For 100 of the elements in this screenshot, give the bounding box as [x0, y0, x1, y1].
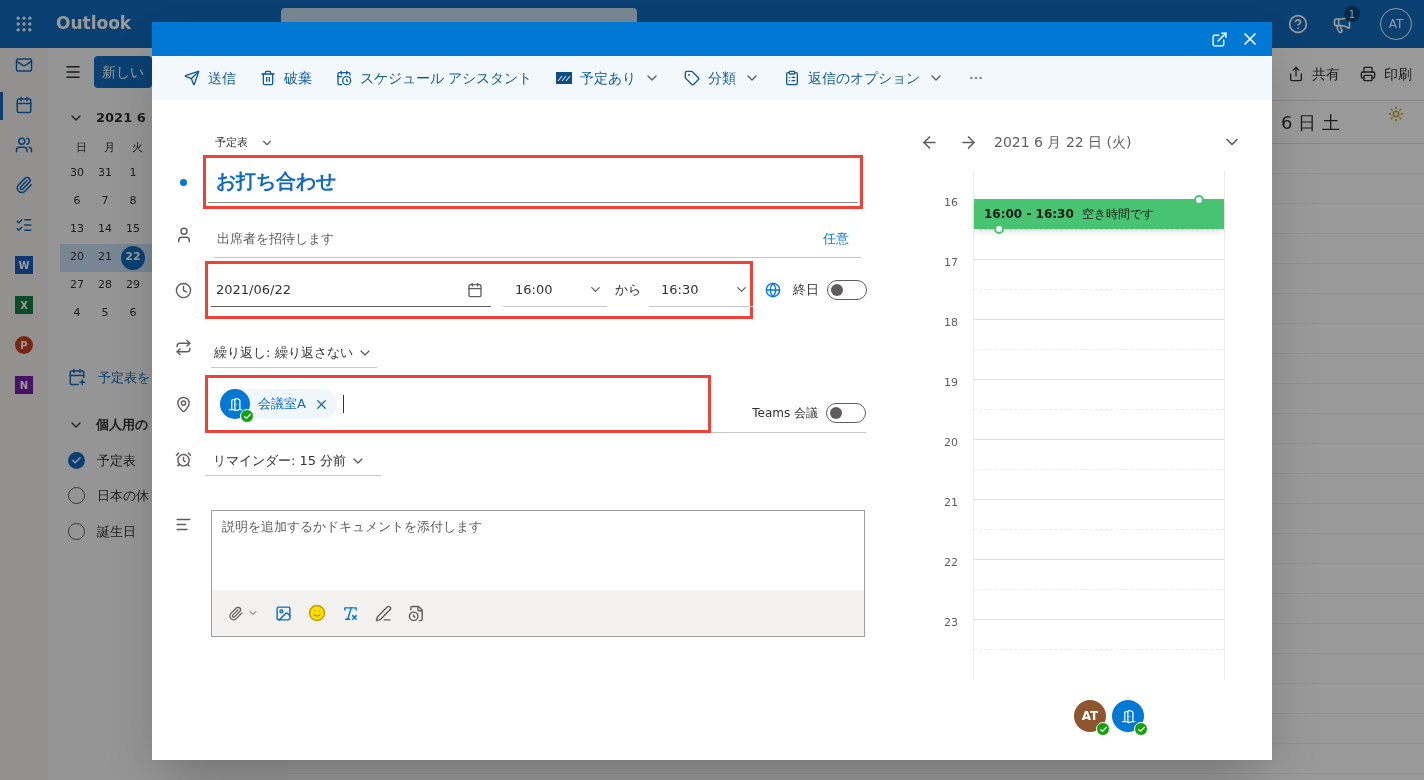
calendar-day[interactable]: 27	[65, 273, 89, 298]
toolbar-button[interactable]: 印刷	[1360, 63, 1412, 85]
hour-label: 20	[944, 436, 958, 449]
people-icon[interactable]	[15, 136, 33, 154]
selected-indicator	[0, 92, 3, 120]
calendar-day[interactable]: 22	[121, 245, 145, 270]
separator-text: から	[615, 281, 641, 300]
calendar-day[interactable]: 6	[65, 189, 89, 214]
text-cursor	[342, 395, 344, 413]
calendar-name: 予定表	[97, 451, 136, 470]
hour-label: 21	[944, 496, 958, 509]
calendar-day[interactable]: 8	[121, 189, 145, 214]
word-app-icon[interactable]: W	[15, 256, 33, 274]
toggle-switch[interactable]	[827, 280, 867, 300]
paperclip-icon[interactable]	[15, 176, 33, 194]
event-block[interactable]: 16:00 - 16:30 空き時間です	[974, 199, 1224, 229]
month-title: 2021 6	[96, 109, 146, 127]
day-header: 6 日 土	[1281, 110, 1340, 135]
toolbar-button[interactable]: 共有	[1288, 63, 1340, 85]
room-name: 会議室A	[258, 395, 306, 414]
alarm-clock-icon	[175, 450, 192, 468]
excel-app-icon[interactable]: X	[15, 296, 33, 314]
command-button[interactable]: 予定あり	[556, 67, 661, 89]
resize-handle[interactable]	[994, 224, 1004, 234]
list-icon	[784, 70, 801, 86]
command-button[interactable]: 分類	[684, 67, 761, 89]
sun-icon	[1388, 106, 1404, 122]
calendar-day[interactable]: 6	[121, 301, 145, 326]
command-button[interactable]: 送信	[184, 67, 236, 89]
hour-label: 19	[944, 376, 958, 389]
calendar-day[interactable]: 28	[93, 273, 117, 298]
mail-icon[interactable]	[15, 56, 33, 74]
calendar-day[interactable]: 1	[121, 161, 145, 186]
toggle-switch[interactable]	[826, 402, 866, 423]
pop-out-icon[interactable]	[1211, 30, 1228, 48]
calendar-selector[interactable]: 予定表	[215, 134, 248, 152]
door-icon	[227, 396, 243, 412]
menu-icon[interactable]	[64, 63, 82, 81]
hour-label: 18	[944, 316, 958, 329]
event-status: 空き時間です	[1081, 206, 1154, 223]
group-title: 個人用の	[96, 416, 148, 434]
pen-icon[interactable]	[375, 604, 392, 622]
repeat-icon	[175, 338, 192, 356]
date-value: 2021/06/22	[216, 280, 291, 299]
app-name: Outlook	[56, 12, 132, 36]
checkmark-icon[interactable]	[15, 216, 33, 234]
title-field[interactable]: お打ち合わせ	[208, 159, 858, 203]
resize-handle[interactable]	[1194, 195, 1204, 205]
command-button[interactable]: 破棄	[260, 67, 312, 89]
attendees-field[interactable]: 出席者を招待します 任意	[214, 220, 861, 258]
description-editor[interactable]: 説明を追加するかドキュメントを添付します	[211, 510, 865, 637]
calendar-icon[interactable]	[15, 96, 33, 114]
app-launcher-icon[interactable]	[14, 14, 34, 34]
format-eraser-icon[interactable]	[342, 604, 359, 622]
command-button[interactable]: スケジュール アシスタント	[336, 67, 533, 89]
paperclip-icon[interactable]	[228, 605, 243, 621]
teams-meeting-label: Teams 会議	[752, 404, 818, 422]
calendar-day[interactable]: 5	[93, 301, 117, 326]
clock-icon	[175, 281, 192, 299]
globe-icon[interactable]	[765, 282, 781, 298]
onenote-app-icon[interactable]: N	[15, 376, 33, 394]
document-clock-icon[interactable]	[408, 604, 425, 622]
calendar-clock-icon	[336, 70, 352, 86]
reminder-dropdown[interactable]: リマインダー: 15 分前	[205, 446, 381, 476]
new-event-button[interactable]: 新しい	[94, 56, 152, 88]
printer-icon	[1360, 66, 1376, 82]
all-day-label: 終日	[793, 281, 819, 300]
add-calendar-icon[interactable]	[68, 368, 86, 387]
emoji-icon[interactable]	[308, 604, 326, 622]
add-calendar-link[interactable]: 予定表を	[98, 367, 150, 387]
image-icon[interactable]	[275, 604, 292, 622]
optional-attendees-link[interactable]: 任意	[823, 228, 849, 249]
recurrence-dropdown[interactable]: 繰り返し: 繰り返さない	[211, 338, 377, 368]
command-button[interactable]: 返信のオプション	[784, 67, 945, 89]
calendar-day[interactable]: 7	[93, 189, 117, 214]
calendar-day[interactable]: 13	[65, 217, 89, 242]
start-time-dropdown[interactable]: 16:00	[503, 273, 607, 307]
help-icon[interactable]	[1288, 14, 1308, 34]
send-icon	[184, 70, 200, 86]
powerpoint-app-icon[interactable]: P	[15, 336, 33, 354]
end-time-dropdown[interactable]: 16:30	[649, 273, 753, 307]
location-pin-icon	[175, 395, 192, 413]
weekday-label: 月	[102, 139, 116, 156]
description-field[interactable]: 説明を追加するかドキュメントを添付します	[212, 511, 864, 590]
tag-icon	[684, 70, 701, 86]
calendar-checkbox[interactable]	[68, 451, 85, 469]
calendar-day[interactable]: 14	[93, 217, 117, 242]
calendar-day[interactable]: 30	[65, 161, 89, 186]
calendar-name: 誕生日	[97, 522, 136, 541]
calendar-day[interactable]: 20	[65, 245, 89, 270]
calendar-day[interactable]: 29	[121, 273, 145, 298]
scheduler-date: 2021 6 月 22 日 (火)	[994, 132, 1132, 152]
calendar-day[interactable]: 21	[93, 245, 117, 270]
date-field[interactable]: 2021/06/22	[211, 273, 491, 307]
calendar-name: 日本の休	[97, 487, 149, 505]
door-icon	[1120, 708, 1136, 724]
calendar-day[interactable]: 31	[93, 161, 117, 186]
calendar-day[interactable]: 15	[121, 217, 145, 242]
calendar-day[interactable]: 4	[65, 301, 89, 326]
text-lines-icon	[175, 516, 192, 533]
